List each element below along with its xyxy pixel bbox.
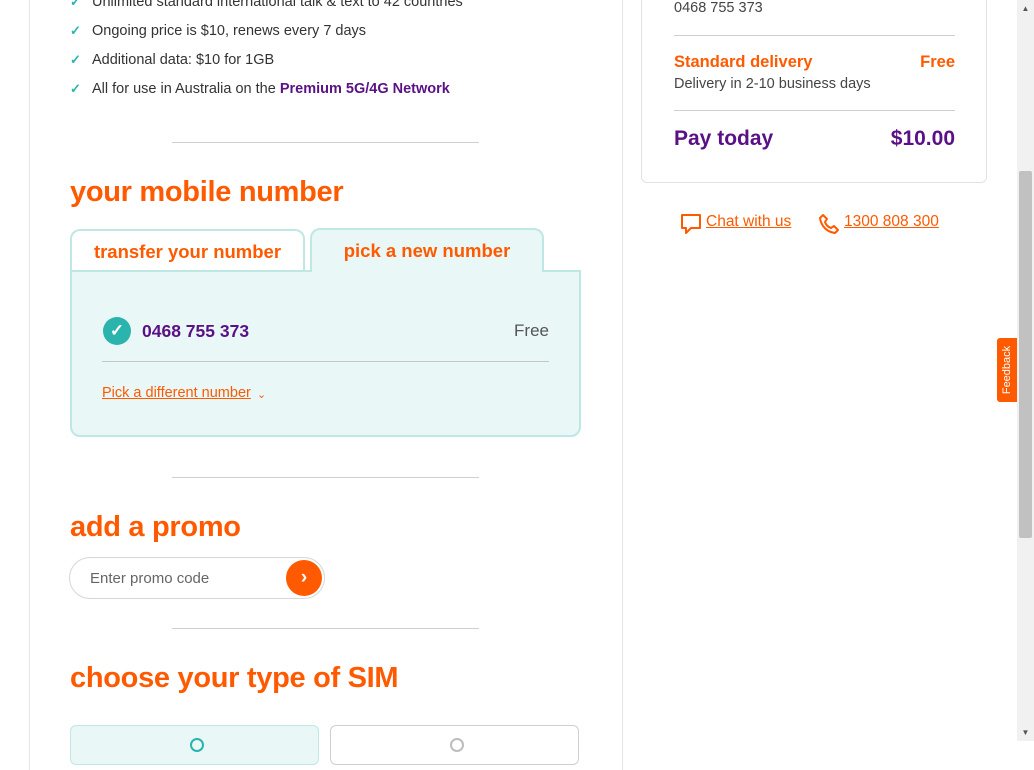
check-icon: ✓ xyxy=(70,23,81,38)
promo-field: › xyxy=(69,557,325,599)
summary-divider xyxy=(674,110,955,111)
promo-heading: add a promo xyxy=(70,511,241,543)
plan-feature-item: ✓ All for use in Australia on the Premium… xyxy=(70,81,450,97)
check-icon: ✓ xyxy=(70,81,81,96)
pick-number-panel: ✓ 0468 755 373 Free Pick a different num… xyxy=(70,270,581,437)
mobile-number-heading: your mobile number xyxy=(70,176,344,208)
chat-bubble-icon xyxy=(681,214,701,234)
feedback-tab[interactable]: Feedback xyxy=(997,338,1017,402)
network-highlight: Premium 5G/4G Network xyxy=(279,81,450,97)
order-summary: 0468 755 373 Standard delivery Free Deli… xyxy=(641,0,987,183)
check-circle-icon: ✓ xyxy=(103,317,131,345)
apply-promo-button[interactable]: › xyxy=(286,560,322,596)
scrollbar-thumb[interactable] xyxy=(1019,171,1032,538)
scroll-down-icon[interactable]: ▼ xyxy=(1017,724,1034,741)
sim-type-heading: choose your type of SIM xyxy=(70,662,399,694)
summary-number: 0468 755 373 xyxy=(674,0,763,16)
phone-number-link[interactable]: 1300 808 300 xyxy=(844,213,939,231)
section-divider xyxy=(172,142,479,143)
plan-feature-item: ✓ Additional data: $10 for 1GB xyxy=(70,52,275,68)
chevron-right-icon: › xyxy=(300,567,308,588)
check-icon: ✓ xyxy=(70,0,81,9)
tab-transfer-your-number[interactable]: transfer your number xyxy=(70,229,305,271)
tab-pick-a-new-number[interactable]: pick a new number xyxy=(310,228,544,272)
summary-divider xyxy=(674,35,955,36)
chevron-down-icon: ⌄ xyxy=(256,389,267,401)
delivery-note: Delivery in 2-10 business days xyxy=(674,76,871,92)
page-scrollbar[interactable]: ▲ ▼ xyxy=(1017,0,1034,741)
pay-today-label: Pay today xyxy=(674,127,774,150)
phone-icon xyxy=(819,214,839,234)
selected-number: 0468 755 373 xyxy=(142,321,250,341)
radio-icon xyxy=(449,738,464,752)
section-divider xyxy=(172,477,479,478)
sim-option-card[interactable] xyxy=(330,725,579,765)
sim-option-card[interactable] xyxy=(70,725,319,765)
number-price: Free xyxy=(514,321,549,340)
pay-today-value: $10.00 xyxy=(890,127,955,150)
check-icon: ✓ xyxy=(70,52,81,67)
chat-with-us-link[interactable]: Chat with us xyxy=(706,213,791,231)
delivery-label: Standard delivery xyxy=(674,53,813,71)
panel-divider xyxy=(102,361,549,362)
scroll-up-icon[interactable]: ▲ xyxy=(1017,0,1034,17)
pick-different-number-link[interactable]: Pick a different number ⌄ xyxy=(102,385,266,401)
plan-feature-item: ✓ Ongoing price is $10, renews every 7 da… xyxy=(70,23,367,39)
delivery-price: Free xyxy=(920,53,955,71)
plan-features-list: ✓ Unlimited standard international talk &… xyxy=(70,0,463,108)
plan-feature-item: ✓ Unlimited standard international talk &… xyxy=(70,0,463,21)
promo-code-input[interactable] xyxy=(90,568,270,588)
radio-icon xyxy=(189,738,204,752)
section-divider xyxy=(172,628,479,629)
